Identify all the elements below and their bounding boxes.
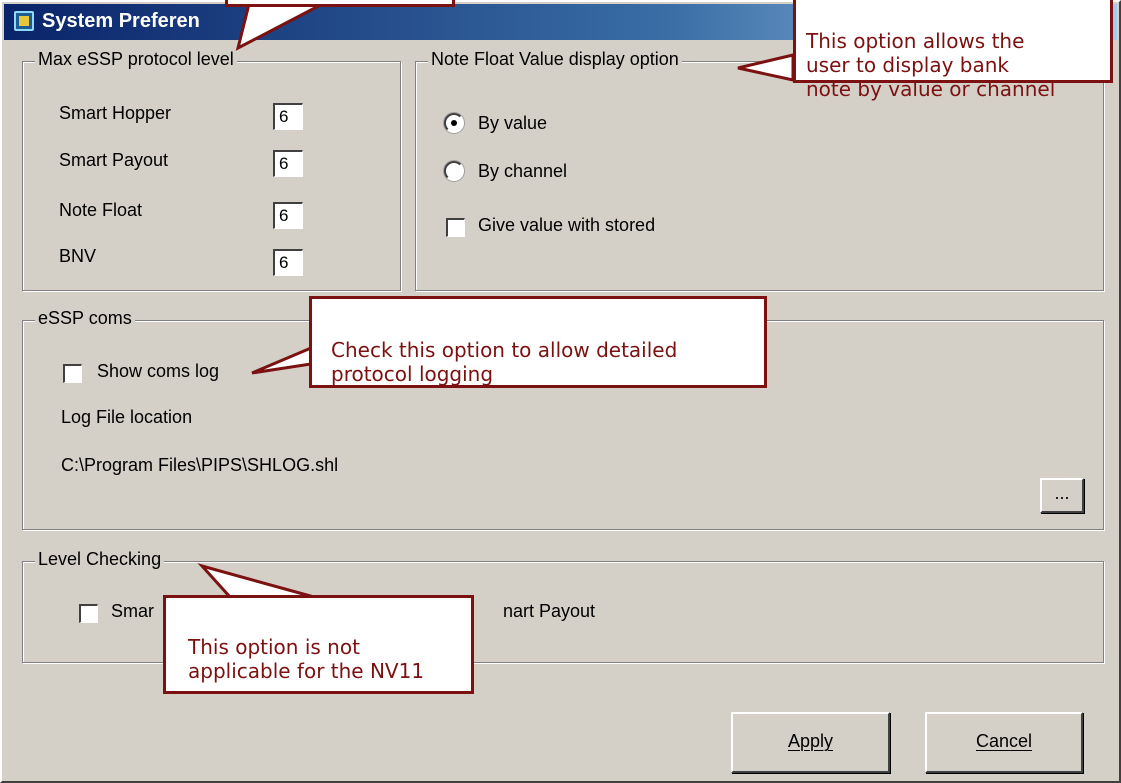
logging-callout: Check this option to allow detailed prot… [309,296,767,388]
logging-callout-pointer [251,345,313,375]
title-callout-box [225,0,455,7]
display-callout-pointer [737,53,795,82]
display-option-callout-text: This option allows the user to display b… [806,29,1056,101]
title-callout-pointer [235,0,331,51]
nv11-callout-pointer [197,563,315,599]
nv11-callout: This option is not applicable for the NV… [163,595,474,694]
logging-callout-text: Check this option to allow detailed prot… [331,338,678,386]
nv11-callout-text: This option is not applicable for the NV… [188,635,425,683]
display-option-callout: This option allows the user to display b… [793,0,1113,101]
